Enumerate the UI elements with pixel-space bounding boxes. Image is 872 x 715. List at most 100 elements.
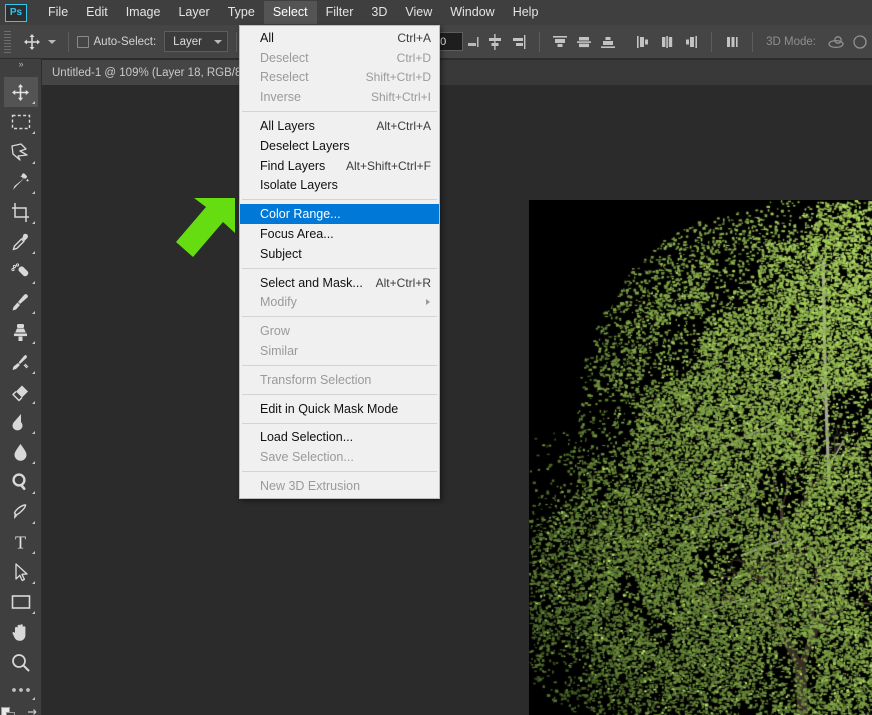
menu-item-subject[interactable]: Subject [240, 244, 439, 264]
menu-item-edit-in-quick-mask-mode[interactable]: Edit in Quick Mask Mode [240, 399, 439, 419]
3d-roll-icon[interactable] [848, 30, 872, 54]
menu-item-label: Deselect [260, 50, 309, 65]
menu-item-label: Subject [260, 246, 302, 261]
canvas-area[interactable] [42, 85, 872, 715]
hand-tool[interactable] [4, 617, 38, 647]
crop-tool[interactable] [4, 197, 38, 227]
menu-item-label: Select and Mask... [260, 275, 363, 290]
menu-filter[interactable]: Filter [317, 1, 363, 24]
options-separator-3 [538, 31, 540, 52]
options-separator-2 [235, 31, 237, 52]
menu-type[interactable]: Type [219, 1, 264, 24]
menu-layer[interactable]: Layer [169, 1, 218, 24]
align-vertical-centers-icon[interactable] [483, 30, 507, 54]
menu-item-shortcut: Ctrl+D [396, 50, 431, 65]
menu-item-label: All Layers [260, 119, 315, 134]
align-dist-handle-icon[interactable] [463, 30, 483, 54]
menu-item-select-and-mask[interactable]: Select and Mask... Alt+Ctrl+R [240, 273, 439, 293]
menu-view[interactable]: View [396, 1, 441, 24]
align-top-edges-icon[interactable] [548, 30, 572, 54]
menu-item-label: All [260, 30, 274, 45]
lasso-tool[interactable] [4, 137, 38, 167]
move-tool-icon[interactable] [20, 30, 44, 54]
menu-separator [242, 422, 437, 424]
history-brush-tool[interactable] [4, 347, 38, 377]
options-separator-5 [752, 31, 754, 52]
eraser-tool[interactable] [4, 377, 38, 407]
menu-item-label: Grow [260, 324, 290, 339]
menu-item-isolate-layers[interactable]: Isolate Layers [240, 176, 439, 196]
swap-colors-icon[interactable] [26, 708, 40, 715]
3d-mode-label: 3D Mode: [766, 35, 816, 48]
default-colors-icon[interactable] [1, 707, 16, 715]
menu-item-all-layers[interactable]: All Layers Alt+Ctrl+A [240, 116, 439, 136]
menu-item-shortcut: Shift+Ctrl+D [365, 70, 431, 85]
align-right-edges-icon[interactable] [507, 30, 531, 54]
collapse-toolbar-button[interactable]: » [0, 59, 41, 69]
menu-item-grow: Grow [240, 321, 439, 341]
blur-tool[interactable] [4, 437, 38, 467]
menu-select[interactable]: Select [263, 1, 317, 24]
path-selection-tool[interactable] [4, 557, 38, 587]
3d-orbit-icon[interactable] [824, 30, 848, 54]
menu-item-modify: Modify [240, 293, 439, 313]
menu-item-deselect-layers[interactable]: Deselect Layers [240, 136, 439, 156]
tree-photo [529, 200, 872, 715]
spot-healing-brush-tool[interactable] [4, 257, 38, 287]
align-horizontal-centers-icon[interactable] [655, 30, 679, 54]
align-left-edges-icon[interactable] [631, 30, 655, 54]
pen-tool[interactable] [4, 497, 38, 527]
document-tab-1[interactable]: Untitled-1 @ 109% (Layer 18, RGB/8 [42, 60, 253, 85]
menu-file[interactable]: File [39, 1, 77, 24]
edit-toolbar-tool[interactable] [4, 677, 38, 703]
rectangle-tool[interactable] [4, 587, 38, 617]
color-controls-row [1, 707, 40, 715]
menu-bar: Ps File Edit Image Layer Type Select Fil… [0, 0, 872, 25]
auto-select-target-dropdown[interactable]: Layer [164, 31, 228, 52]
menu-item-shortcut: Alt+Ctrl+R [375, 275, 431, 290]
menu-separator [242, 111, 437, 113]
rectangular-marquee-tool[interactable] [4, 107, 38, 137]
dodge-tool[interactable] [4, 467, 38, 497]
menu-separator [242, 364, 437, 366]
menu-window[interactable]: Window [441, 1, 503, 24]
move-tool[interactable] [3, 77, 38, 107]
menu-item-color-range[interactable]: Color Range... [240, 204, 439, 225]
menu-item-find-layers[interactable]: Find Layers Alt+Shift+Ctrl+F [240, 156, 439, 176]
menu-item-load-selection[interactable]: Load Selection... [240, 428, 439, 448]
eyedropper-tool[interactable] [4, 227, 38, 257]
menu-item-label: Reselect [260, 70, 309, 85]
chevron-right-icon [426, 299, 430, 306]
menu-item-label: Transform Selection [260, 372, 372, 387]
quick-selection-tool[interactable] [4, 167, 38, 197]
menu-item-deselect: Deselect Ctrl+D [240, 48, 439, 68]
menu-separator [242, 316, 437, 318]
select-menu-dropdown[interactable]: All Ctrl+A Deselect Ctrl+D Reselect Shift+Ctr… [239, 25, 440, 499]
tool-preset-chevron-icon[interactable] [44, 30, 60, 54]
menu-item-shortcut: Alt+Ctrl+A [376, 119, 431, 134]
brush-tool[interactable] [4, 287, 38, 317]
document-image[interactable] [529, 200, 872, 715]
menu-item-shortcut: Alt+Shift+Ctrl+F [345, 158, 431, 173]
gradient-tool[interactable] [4, 407, 38, 437]
align-right-edges-icon-2[interactable] [679, 30, 703, 54]
menu-item-label: Isolate Layers [260, 178, 338, 193]
menu-item-focus-area[interactable]: Focus Area... [240, 224, 439, 244]
menu-item-label: Modify [260, 295, 297, 310]
zoom-tool[interactable] [4, 647, 38, 677]
menu-item-label: Deselect Layers [260, 138, 350, 153]
options-bar-grip[interactable] [4, 30, 11, 53]
align-vertical-centers-icon-2[interactable] [572, 30, 596, 54]
tools-panel: » T [0, 59, 42, 715]
clone-stamp-tool[interactable] [4, 317, 38, 347]
distribute-icon[interactable] [720, 30, 744, 54]
type-tool[interactable]: T [4, 527, 38, 557]
menu-image[interactable]: Image [117, 1, 170, 24]
menu-help[interactable]: Help [504, 1, 548, 24]
menu-edit[interactable]: Edit [77, 1, 117, 24]
auto-select-target-value: Layer [173, 35, 202, 48]
menu-3d[interactable]: 3D [362, 1, 396, 24]
auto-select-checkbox[interactable] [76, 35, 89, 48]
align-bottom-edges-icon[interactable] [596, 30, 620, 54]
menu-item-all[interactable]: All Ctrl+A [240, 28, 439, 48]
